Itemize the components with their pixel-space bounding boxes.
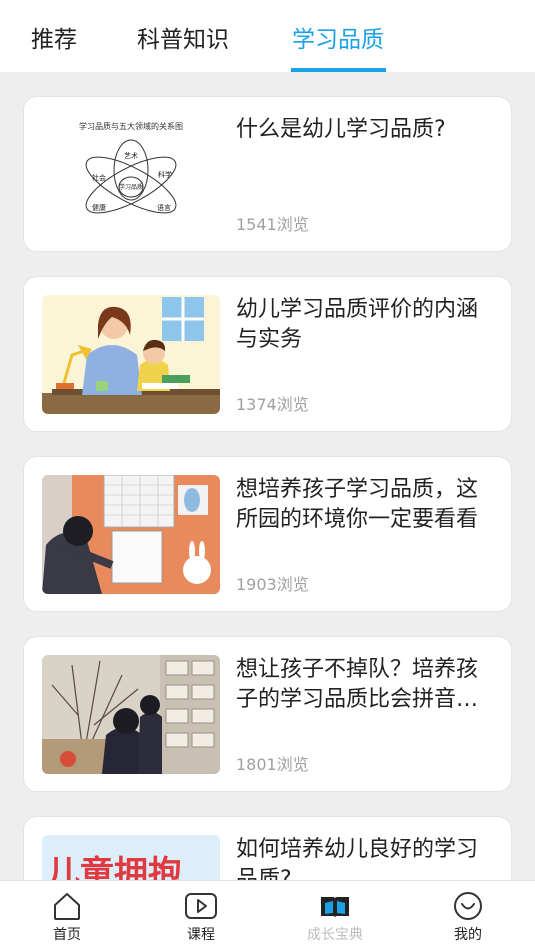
nav-mine[interactable]: 我的 bbox=[401, 881, 535, 951]
article-card[interactable]: 想让孩子不掉队？培养孩子的学习品质比会拼音更重要 1801浏览 bbox=[23, 636, 512, 792]
svg-text:学习品质: 学习品质 bbox=[119, 183, 143, 191]
home-icon bbox=[54, 893, 80, 920]
view-count: 1541浏览 bbox=[236, 215, 309, 234]
article-card[interactable]: 幼儿学习品质评价的内涵与实务 1374浏览 bbox=[23, 276, 512, 432]
view-count: 1801浏览 bbox=[236, 755, 309, 774]
article-title[interactable]: 幼儿学习品质评价的内涵与实务 bbox=[236, 295, 496, 355]
svg-text:语言: 语言 bbox=[157, 203, 171, 212]
nav-home[interactable]: 首页 bbox=[0, 881, 134, 951]
play-icon bbox=[185, 893, 217, 919]
article-thumbnail: 学习品质与五大领域的关系图 艺术 社会 科学 学习品质 健康 语言 bbox=[42, 115, 220, 234]
venn-diagram-image: 学习品质与五大领域的关系图 艺术 社会 科学 学习品质 健康 语言 bbox=[42, 115, 220, 234]
banner-image: 儿童拥抱 bbox=[42, 835, 220, 880]
bottom-navigation: 首页 课程 成长宝典 我的 bbox=[0, 880, 535, 951]
view-count: 1374浏览 bbox=[236, 395, 309, 414]
svg-text:科学: 科学 bbox=[158, 170, 172, 179]
article-thumbnail bbox=[42, 295, 220, 414]
article-thumbnail bbox=[42, 655, 220, 774]
diagram-caption: 学习品质与五大领域的关系图 bbox=[79, 121, 183, 131]
nav-home-label: 首页 bbox=[53, 927, 81, 943]
article-card[interactable]: 儿童拥抱 如何培养幼儿良好的学习品质? bbox=[23, 816, 512, 880]
nav-course-label: 课程 bbox=[187, 927, 215, 943]
article-feed[interactable]: 学习品质与五大领域的关系图 艺术 社会 科学 学习品质 健康 语言 什么是幼儿学… bbox=[0, 72, 535, 880]
tab-science-knowledge[interactable]: 科普知识 bbox=[137, 20, 229, 54]
nav-growth-guide-label: 成长宝典 bbox=[307, 927, 363, 943]
article-thumbnail: 儿童拥抱 bbox=[42, 835, 220, 880]
kids-at-desk-photo bbox=[42, 655, 220, 774]
nav-course[interactable]: 课程 bbox=[134, 881, 268, 951]
top-tab-bar: 推荐 科普知识 学习品质 bbox=[0, 0, 535, 72]
article-title[interactable]: 想培养孩子学习品质，这所园的环境你一定要看看 bbox=[236, 475, 496, 535]
article-title[interactable]: 如何培养幼儿良好的学习品质? bbox=[236, 835, 496, 880]
tab-recommend[interactable]: 推荐 bbox=[31, 20, 77, 54]
smile-icon bbox=[454, 892, 482, 920]
article-title[interactable]: 什么是幼儿学习品质? bbox=[236, 115, 496, 145]
classroom-wall-photo bbox=[42, 475, 220, 594]
svg-text:儿童拥抱: 儿童拥抱 bbox=[46, 854, 182, 880]
book-icon bbox=[321, 897, 349, 918]
mother-child-illustration bbox=[42, 295, 220, 414]
svg-text:社会: 社会 bbox=[92, 173, 106, 182]
article-thumbnail bbox=[42, 475, 220, 594]
tab-learning-quality[interactable]: 学习品质 bbox=[292, 20, 384, 54]
article-title[interactable]: 想让孩子不掉队？培养孩子的学习品质比会拼音更重要 bbox=[236, 655, 496, 715]
article-card[interactable]: 学习品质与五大领域的关系图 艺术 社会 科学 学习品质 健康 语言 什么是幼儿学… bbox=[23, 96, 512, 252]
svg-text:健康: 健康 bbox=[92, 203, 106, 212]
nav-mine-label: 我的 bbox=[454, 927, 482, 943]
svg-text:艺术: 艺术 bbox=[124, 151, 138, 160]
article-card[interactable]: 想培养孩子学习品质，这所园的环境你一定要看看 1903浏览 bbox=[23, 456, 512, 612]
nav-growth-guide[interactable]: 成长宝典 bbox=[268, 881, 402, 951]
view-count: 1903浏览 bbox=[236, 575, 309, 594]
